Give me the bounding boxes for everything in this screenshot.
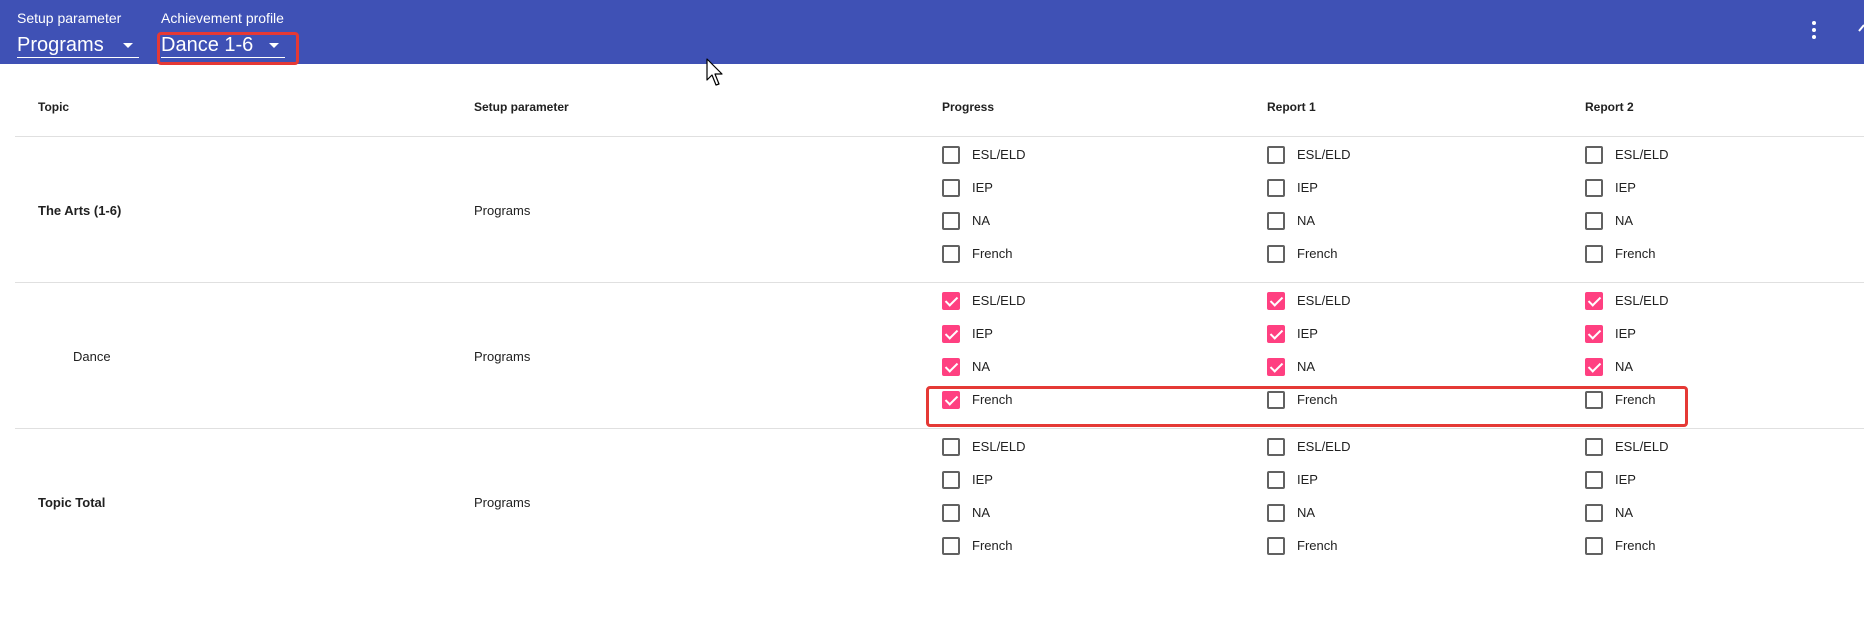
highlight-french-row — [926, 386, 1688, 427]
checkbox-report-1-esl-eld[interactable] — [1267, 438, 1285, 456]
checkbox-label: IEP — [1615, 472, 1636, 487]
checkbox-label: IEP — [1297, 326, 1318, 341]
checkbox-progress-french[interactable] — [942, 245, 960, 263]
checkbox-report-1-esl-eld[interactable] — [1267, 146, 1285, 164]
checkbox-label: French — [1615, 246, 1656, 261]
chevron-down-icon — [123, 43, 133, 48]
checkbox-report-2-na[interactable] — [1585, 504, 1603, 522]
checkbox-label: ESL/ELD — [1297, 293, 1351, 308]
checkbox-report-1-french[interactable] — [1267, 245, 1285, 263]
checkbox-label: French — [1297, 538, 1338, 553]
achievement-profile-field: Achievement profile Dance 1-6 — [161, 10, 285, 58]
checkbox-label: ESL/ELD — [1615, 147, 1669, 162]
checkbox-label: NA — [1615, 359, 1634, 374]
setup-parameter-select[interactable]: Programs — [17, 32, 139, 58]
chevron-up-icon[interactable] — [1858, 22, 1864, 36]
checkbox-report-1-na[interactable] — [1267, 504, 1285, 522]
setup-parameter-label: Setup parameter — [17, 10, 122, 26]
checkbox-label: French — [972, 538, 1013, 553]
row-divider — [15, 428, 1864, 429]
checkbox-progress-na[interactable] — [942, 504, 960, 522]
mouse-cursor-icon — [706, 58, 723, 86]
achievement-profile-label: Achievement profile — [161, 10, 284, 26]
checkbox-progress-esl-eld[interactable] — [942, 146, 960, 164]
column-header-topic: Topic — [38, 100, 70, 114]
checkbox-label: NA — [1297, 359, 1316, 374]
checkbox-report-1-na[interactable] — [1267, 212, 1285, 230]
checkbox-label: ESL/ELD — [1615, 439, 1669, 454]
more-vert-icon[interactable] — [1810, 21, 1818, 43]
checkbox-label: IEP — [1615, 326, 1636, 341]
checkbox-report-1-iep[interactable] — [1267, 471, 1285, 489]
column-header-progress: Progress — [942, 100, 995, 114]
checkbox-label: ESL/ELD — [1297, 439, 1351, 454]
checkbox-report-2-esl-eld[interactable] — [1585, 146, 1603, 164]
checkbox-label: ESL/ELD — [972, 147, 1026, 162]
checkbox-report-1-iep[interactable] — [1267, 179, 1285, 197]
checkbox-report-1-na[interactable] — [1267, 358, 1285, 376]
setup-parameter-cell: Programs — [474, 349, 531, 364]
checkbox-report-1-french[interactable] — [1267, 537, 1285, 555]
column-header-report-1: Report 1 — [1267, 100, 1316, 114]
checkbox-label: French — [972, 246, 1013, 261]
checkbox-label: NA — [972, 213, 991, 228]
checkbox-progress-iep[interactable] — [942, 471, 960, 489]
checkbox-label: ESL/ELD — [1615, 293, 1669, 308]
checkbox-label: ESL/ELD — [972, 439, 1026, 454]
setup-parameter-cell: Programs — [474, 203, 531, 218]
checkbox-label: NA — [972, 359, 991, 374]
checkbox-progress-na[interactable] — [942, 358, 960, 376]
topic-cell: The Arts (1-6) — [38, 203, 122, 218]
checkbox-label: IEP — [1615, 180, 1636, 195]
checkbox-progress-iep[interactable] — [942, 179, 960, 197]
checkbox-report-2-na[interactable] — [1585, 358, 1603, 376]
checkbox-label: NA — [1615, 505, 1634, 520]
topic-cell: Topic Total — [38, 495, 106, 510]
checkbox-report-2-esl-eld[interactable] — [1585, 292, 1603, 310]
column-header-setup-parameter: Setup parameter — [474, 100, 569, 114]
checkbox-report-2-na[interactable] — [1585, 212, 1603, 230]
checkbox-label: ESL/ELD — [972, 293, 1026, 308]
checkbox-label: NA — [972, 505, 991, 520]
checkbox-label: IEP — [1297, 472, 1318, 487]
checkbox-report-2-french[interactable] — [1585, 537, 1603, 555]
checkbox-report-2-iep[interactable] — [1585, 179, 1603, 197]
row-divider — [15, 282, 1864, 283]
setup-parameter-cell: Programs — [474, 495, 531, 510]
checkbox-progress-na[interactable] — [942, 212, 960, 230]
checkbox-label: French — [1615, 538, 1656, 553]
row-divider — [15, 136, 1864, 137]
checkbox-report-2-iep[interactable] — [1585, 471, 1603, 489]
setup-parameter-field: Setup parameter Programs — [17, 10, 139, 58]
checkbox-report-2-esl-eld[interactable] — [1585, 438, 1603, 456]
checkbox-report-2-french[interactable] — [1585, 245, 1603, 263]
checkbox-label: IEP — [972, 326, 993, 341]
checkbox-progress-iep[interactable] — [942, 325, 960, 343]
checkbox-progress-esl-eld[interactable] — [942, 438, 960, 456]
checkbox-report-2-iep[interactable] — [1585, 325, 1603, 343]
checkbox-label: IEP — [972, 472, 993, 487]
checkbox-progress-french[interactable] — [942, 537, 960, 555]
topic-cell: Dance — [73, 349, 111, 364]
checkbox-label: NA — [1297, 505, 1316, 520]
checkbox-report-1-iep[interactable] — [1267, 325, 1285, 343]
checkbox-report-1-esl-eld[interactable] — [1267, 292, 1285, 310]
checkbox-label: IEP — [1297, 180, 1318, 195]
checkbox-label: NA — [1615, 213, 1634, 228]
checkbox-label: ESL/ELD — [1297, 147, 1351, 162]
checkbox-label: IEP — [972, 180, 993, 195]
checkbox-label: NA — [1297, 213, 1316, 228]
column-header-report-2: Report 2 — [1585, 100, 1634, 114]
highlight-achievement-profile — [157, 32, 299, 65]
checkbox-label: French — [1297, 246, 1338, 261]
setup-parameter-value: Programs — [17, 34, 104, 56]
checkbox-progress-esl-eld[interactable] — [942, 292, 960, 310]
